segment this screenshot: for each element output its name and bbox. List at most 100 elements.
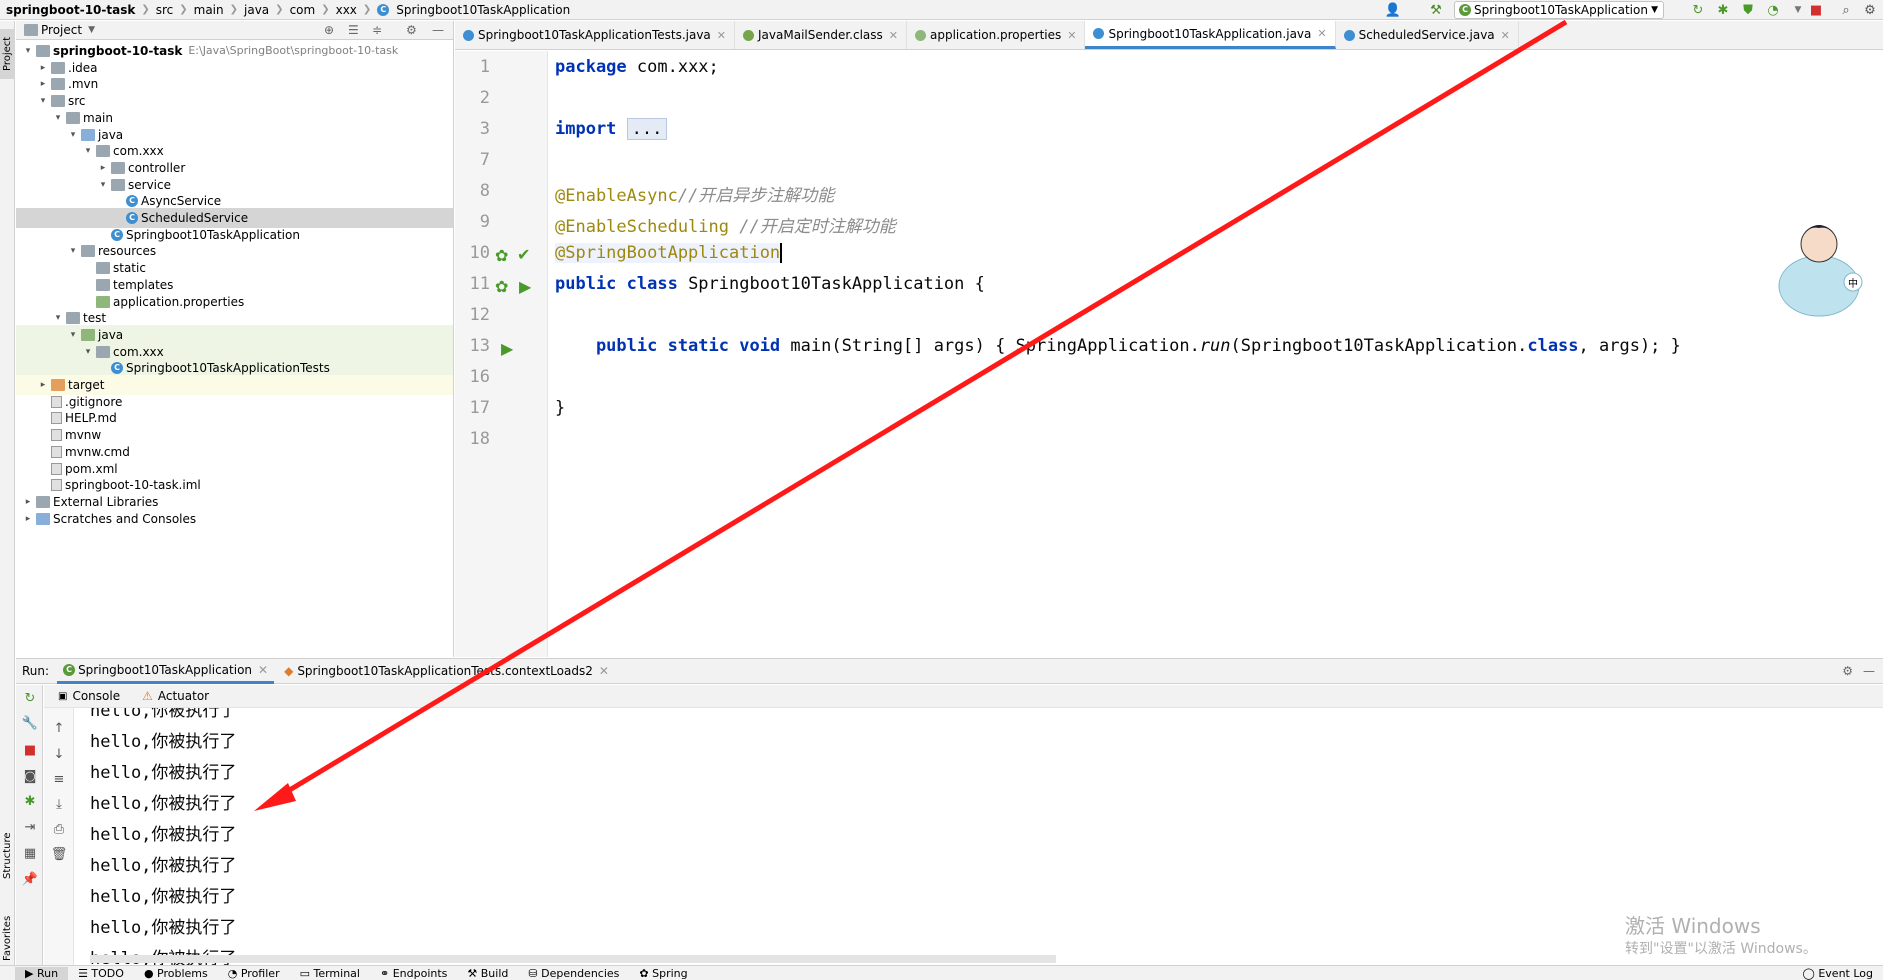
settings-icon[interactable]: ⚙ — [1862, 2, 1878, 18]
tab-tests[interactable]: Springboot10TaskApplicationTests.java ✕ — [455, 21, 736, 49]
pin-icon[interactable]: 📌 — [22, 871, 38, 887]
expand-all-icon[interactable]: ☰ — [348, 23, 359, 37]
collapse-all-icon[interactable]: ≑ — [372, 23, 382, 37]
tab-javamailsender[interactable]: JavaMailSender.class ✕ — [735, 21, 907, 49]
bottom-tab-problems[interactable]: ● Problems — [134, 967, 218, 980]
trash-icon[interactable]: 🗑 — [51, 846, 68, 862]
rerun-icon[interactable]: ↻ — [22, 690, 38, 706]
console-tab[interactable]: ▣ Console — [58, 689, 120, 703]
class-icon: C — [126, 212, 138, 224]
code-line: package com.xxx; — [555, 57, 719, 77]
actuator-tab[interactable]: ⚠ Actuator — [142, 689, 209, 703]
spring-config-icon[interactable]: ✔ — [517, 245, 530, 264]
project-panel-title[interactable]: Project — [41, 23, 82, 37]
arrow-up-icon[interactable]: ↑ — [51, 720, 67, 736]
structure-tool-button[interactable]: Structure — [0, 821, 15, 891]
exit-icon[interactable]: ⇥ — [22, 819, 38, 835]
run-gutter-icon[interactable]: ▶ — [501, 339, 513, 358]
bottom-tab-profiler[interactable]: ◔ Profiler — [218, 967, 290, 980]
print-icon[interactable]: ⎙ — [51, 821, 67, 837]
scroll-to-end-icon[interactable]: ⤓ — [51, 796, 67, 812]
folder-icon — [96, 278, 110, 291]
breadcrumb-file[interactable]: Springboot10TaskApplication — [392, 3, 574, 17]
spring-bean-icon[interactable]: ✿ — [495, 246, 508, 265]
chevron-right-icon: ❯ — [229, 4, 239, 15]
navigation-bar: springboot-10-task ❯ src ❯ main ❯ java ❯… — [0, 0, 1883, 20]
close-icon[interactable]: ✕ — [599, 664, 609, 678]
favorites-tool-button[interactable]: Favorites — [0, 906, 15, 971]
debug-icon[interactable]: ✱ — [22, 793, 38, 809]
layout-icon[interactable]: ▦ — [22, 845, 38, 861]
chevron-right-icon: ❯ — [179, 4, 188, 15]
debug-icon[interactable]: ✱ — [1715, 2, 1731, 18]
tab-label: Springboot10TaskApplicationTests.java — [478, 28, 711, 42]
breadcrumb-project[interactable]: springboot-10-task — [0, 3, 139, 17]
project-tool-button[interactable]: Project — [0, 29, 15, 79]
bottom-tab-run[interactable]: ▶ Run — [15, 966, 69, 980]
breadcrumb-java[interactable]: java — [240, 3, 273, 17]
camera-icon[interactable]: ◙ — [22, 768, 38, 784]
close-icon[interactable]: ✕ — [1501, 29, 1510, 42]
horizontal-scrollbar[interactable] — [90, 955, 1056, 963]
profile-icon[interactable]: ◔ — [1765, 2, 1781, 18]
spring-icon: C — [63, 663, 76, 676]
spring-bean-icon[interactable]: ✿ — [495, 277, 508, 296]
soft-wrap-icon[interactable]: ≡ — [51, 771, 67, 787]
bottom-tab-endpoints[interactable]: ⚭ Endpoints — [370, 967, 457, 980]
breadcrumb-main[interactable]: main — [190, 3, 228, 17]
close-icon[interactable]: ✕ — [1317, 27, 1326, 40]
tab-application-properties[interactable]: application.properties ✕ — [907, 21, 1086, 49]
close-icon[interactable]: ✕ — [258, 663, 268, 677]
stop-icon[interactable]: ■ — [22, 742, 38, 758]
locate-icon[interactable]: ⊕ — [324, 23, 334, 37]
chevron-right-icon[interactable]: ▸ — [20, 509, 36, 529]
close-icon[interactable]: ✕ — [1067, 29, 1076, 42]
bottom-tab-todo[interactable]: ☰ TODO — [68, 967, 134, 980]
stop-icon[interactable]: ■ — [1808, 2, 1824, 18]
code-line: @EnableAsync//开启异步注解功能 — [555, 186, 835, 206]
folder-icon — [96, 262, 110, 275]
chevron-right-icon: ❯ — [362, 4, 372, 15]
breadcrumb-src[interactable]: src — [152, 3, 178, 17]
gear-icon[interactable]: ⚙ — [1842, 664, 1853, 678]
run-gutter-icon[interactable]: ▶ — [519, 277, 531, 296]
run-tab-tests[interactable]: ◆ Springboot10TaskApplicationTests.contex… — [274, 664, 619, 678]
bottom-tab-dependencies[interactable]: ⛁ Dependencies — [518, 967, 629, 980]
code-line: public class Springboot10TaskApplication… — [555, 274, 985, 294]
console-output[interactable]: hello,你被执行了 hello,你被执行了 hello,你被执行了 hell… — [75, 708, 1883, 965]
chevron-down-icon[interactable]: ▼ — [1790, 2, 1806, 18]
folder-icon — [36, 45, 50, 57]
rerun-icon[interactable]: ↻ — [1690, 2, 1706, 18]
line-number: 2 — [479, 88, 490, 108]
run-configuration-select[interactable]: C Springboot10TaskApplication ▼ — [1454, 1, 1664, 19]
coverage-icon[interactable]: ⛊ — [1740, 2, 1756, 18]
tab-application-main[interactable]: Springboot10TaskApplication.java ✕ — [1085, 21, 1336, 49]
wrench-icon[interactable]: 🔧 — [22, 715, 38, 731]
chevron-down-icon[interactable]: ▼ — [88, 25, 95, 35]
class-icon — [1343, 29, 1355, 41]
run-tab-application[interactable]: C Springboot10TaskApplication ✕ — [57, 659, 275, 684]
breadcrumb-com[interactable]: com — [286, 3, 320, 17]
close-icon[interactable]: ✕ — [717, 29, 726, 42]
user-icon[interactable]: 👤 — [1385, 2, 1401, 18]
bottom-tab-terminal[interactable]: ▭ Terminal — [290, 967, 370, 980]
tree-item[interactable]: ▸ Scratches and Consoles — [16, 509, 453, 529]
search-icon[interactable]: ⌕ — [1838, 2, 1854, 18]
line-number: 13 — [469, 336, 490, 356]
bottom-tab-spring[interactable]: ✿ Spring — [629, 967, 697, 980]
breadcrumb-xxx[interactable]: xxx — [332, 3, 361, 17]
event-log-button[interactable]: ◯ Event Log — [1793, 967, 1883, 980]
arrow-down-icon[interactable]: ↓ — [51, 746, 67, 762]
bottom-tab-build[interactable]: ⚒ Build — [457, 967, 518, 980]
text-cursor — [780, 243, 783, 263]
code-editor[interactable]: package com.xxx; import ... @EnableAsync… — [549, 51, 1883, 657]
minimize-icon[interactable]: — — [432, 23, 444, 37]
build-hammer-icon[interactable]: ⚒ — [1428, 2, 1444, 18]
folded-imports[interactable]: ... — [626, 118, 668, 140]
left-tool-stripe: Project Structure Favorites — [0, 21, 15, 965]
class-icon: C — [111, 362, 123, 375]
close-icon[interactable]: ✕ — [889, 29, 898, 42]
gear-icon[interactable]: ⚙ — [406, 23, 417, 37]
tab-scheduled-service[interactable]: ScheduledService.java ✕ — [1336, 21, 1519, 49]
minimize-icon[interactable]: — — [1863, 664, 1875, 678]
